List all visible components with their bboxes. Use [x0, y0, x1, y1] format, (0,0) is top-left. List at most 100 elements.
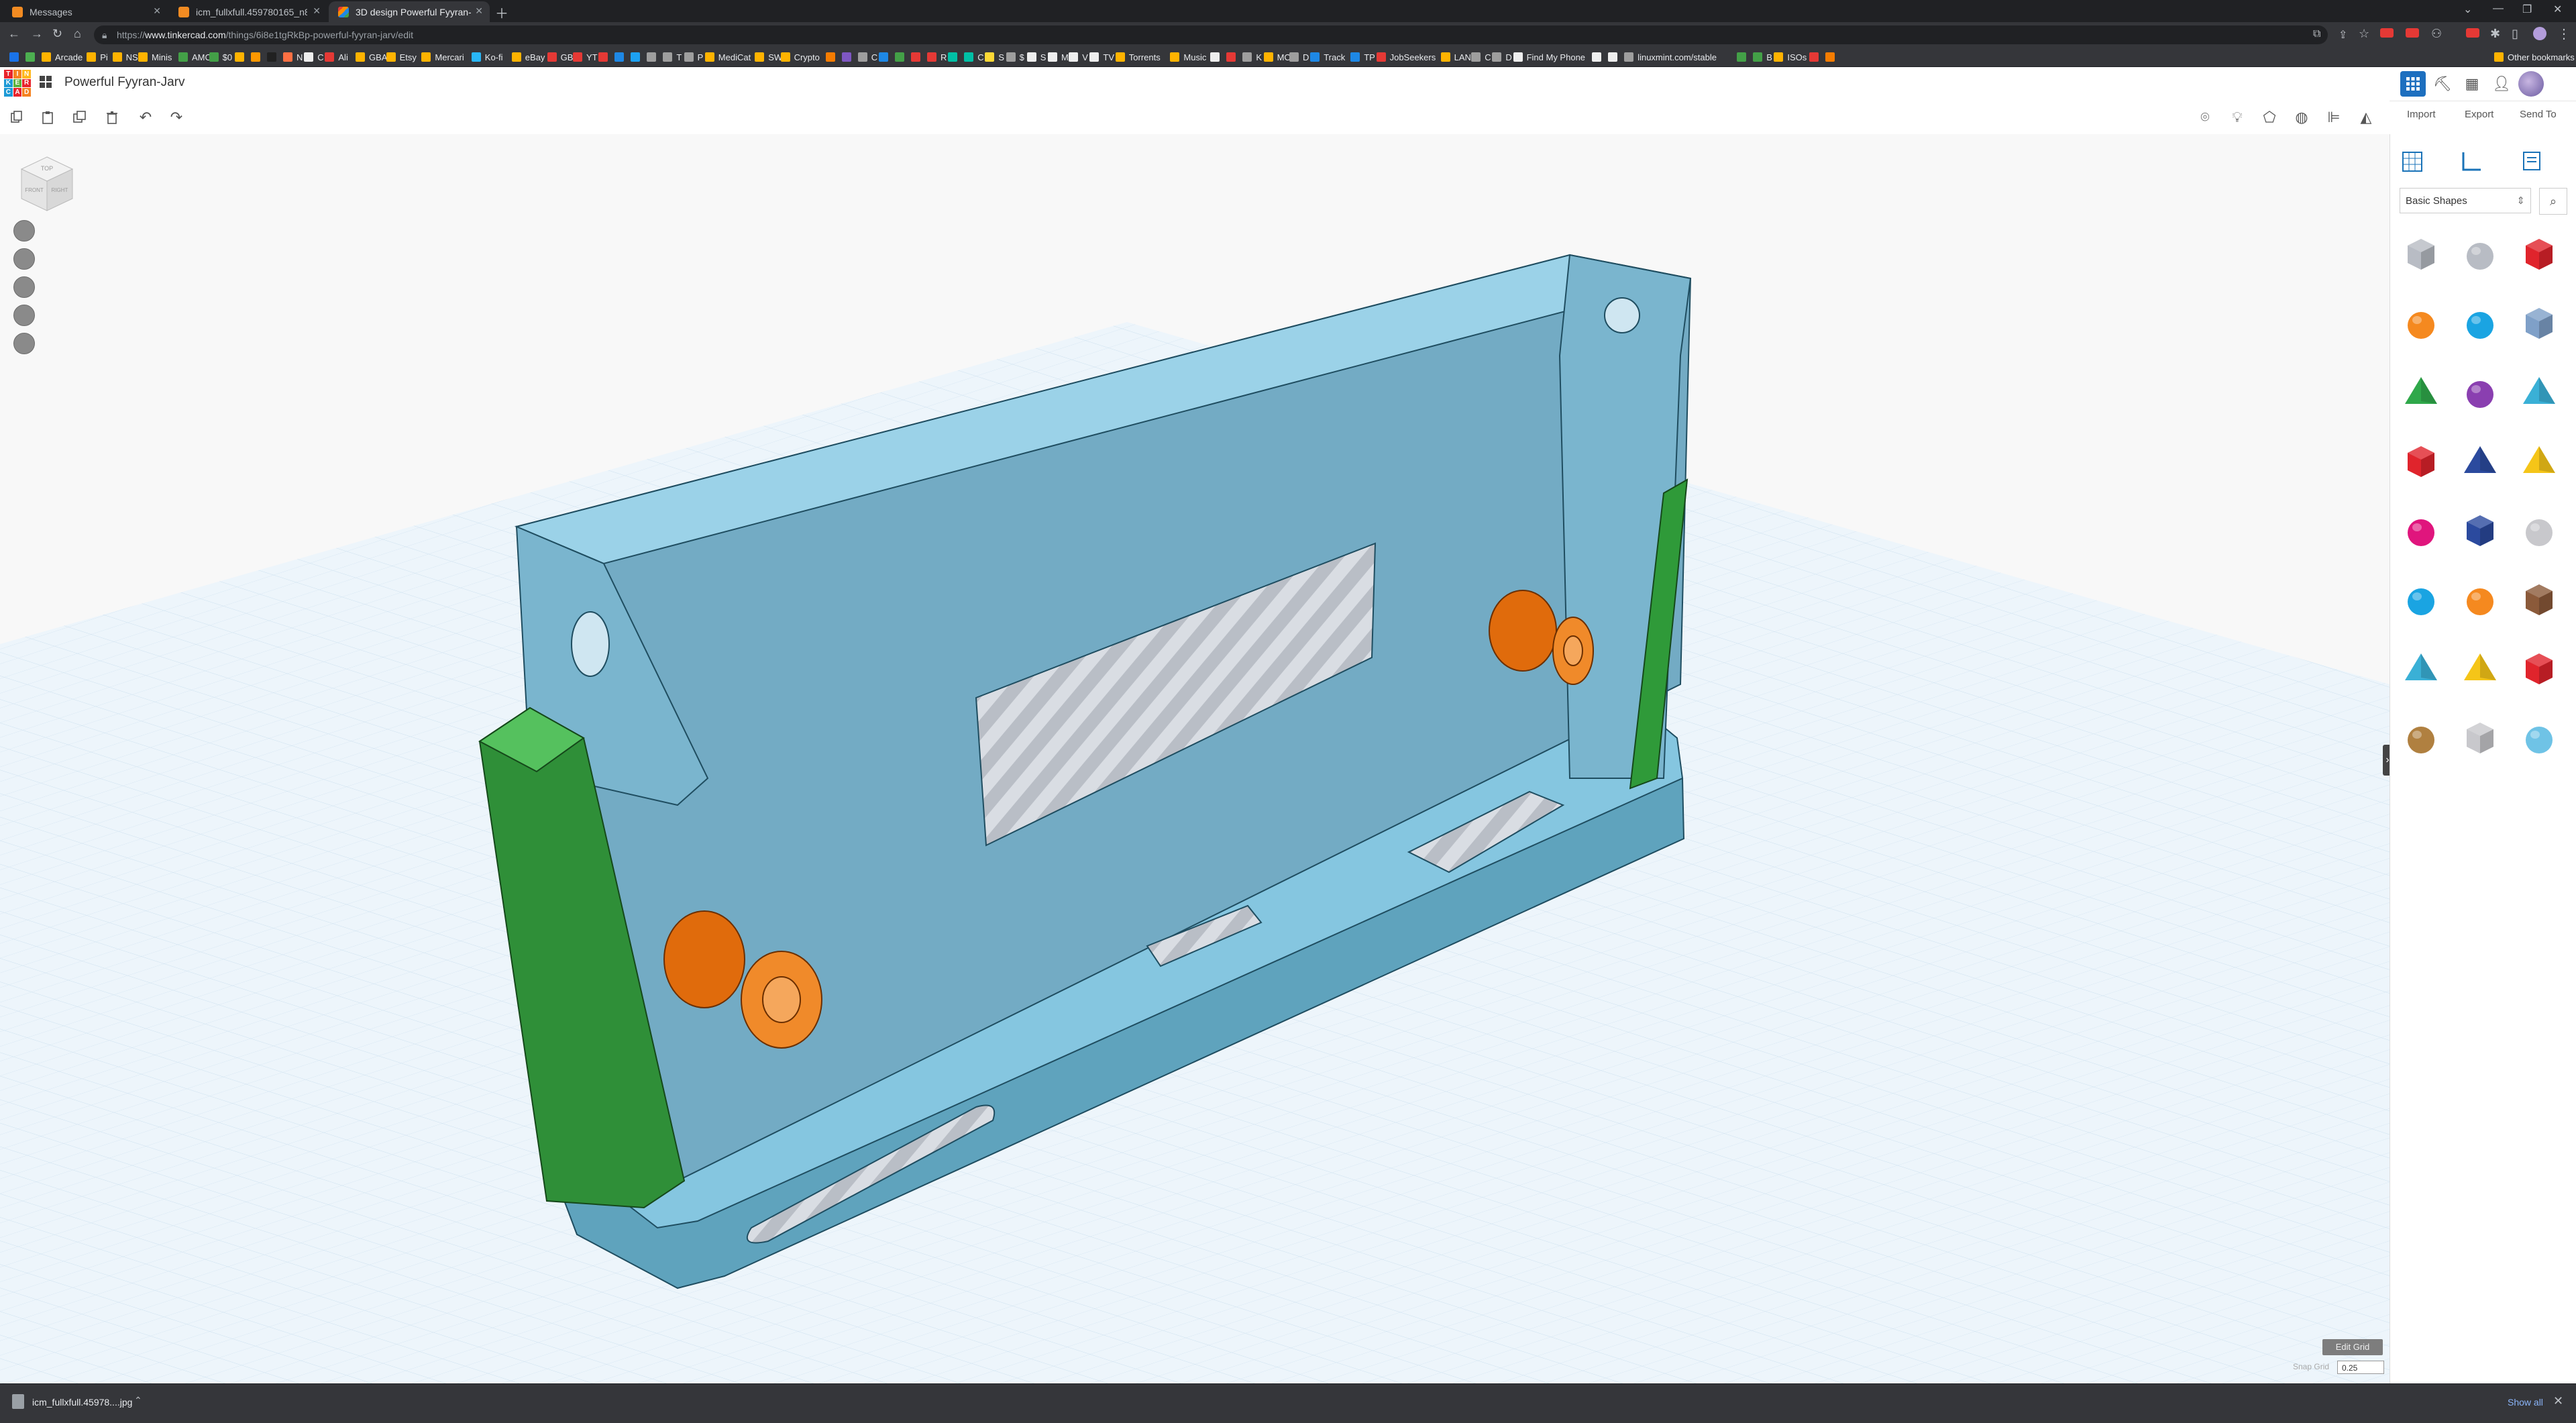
- share-icon[interactable]: ⇪: [2339, 28, 2347, 42]
- bookmark-item[interactable]: Torrents: [1115, 52, 1161, 62]
- bookmark-item[interactable]: [841, 52, 855, 62]
- window-close-icon[interactable]: ✕: [2553, 3, 2562, 16]
- bookmark-item[interactable]: linuxmint.com/stable: [1624, 52, 1717, 62]
- copy-icon[interactable]: [5, 106, 28, 129]
- bookmark-item[interactable]: R: [927, 52, 947, 62]
- tinkercad-logo[interactable]: T I N K E R C A D: [4, 70, 31, 97]
- star-bookmark-icon[interactable]: ☆: [2359, 27, 2369, 41]
- bookmark-item[interactable]: JobSeekers: [1376, 52, 1436, 62]
- close-download-bar-icon[interactable]: ✕: [2553, 1394, 2563, 1408]
- cone-shape[interactable]: [2457, 369, 2503, 415]
- bookmark-item[interactable]: [9, 52, 23, 62]
- bookmark-item[interactable]: T: [663, 52, 682, 62]
- bookmark-item[interactable]: N: [283, 52, 303, 62]
- bookmark-item[interactable]: D: [1492, 52, 1512, 62]
- bookmark-item[interactable]: Find My Phone: [1513, 52, 1585, 62]
- bookmark-item[interactable]: TP: [1350, 52, 1375, 62]
- bookmark-item[interactable]: S: [1026, 52, 1046, 62]
- bulb-icon[interactable]: 💡︎: [2226, 106, 2249, 129]
- bookmark-item[interactable]: [895, 52, 908, 62]
- close-tab-icon[interactable]: ✕: [475, 5, 483, 17]
- bookmark-item[interactable]: Arcade: [42, 52, 83, 62]
- pyramid-shape[interactable]: [2516, 438, 2562, 484]
- paraboloid-shape[interactable]: [2516, 507, 2562, 553]
- extension-icon[interactable]: [2466, 28, 2479, 38]
- show-all-downloads-link[interactable]: Show all: [2508, 1397, 2543, 1408]
- browser-tab-active[interactable]: 3D design Powerful Fyyran-Jarv | ✕: [329, 1, 490, 22]
- tab-search-icon[interactable]: ⌄: [2463, 3, 2472, 16]
- extension-icon[interactable]: [2406, 28, 2419, 38]
- cylinder-hole-shape[interactable]: [2457, 231, 2503, 276]
- edit-grid-button[interactable]: Edit Grid: [2322, 1339, 2383, 1355]
- bookmark-item[interactable]: LAN: [1440, 52, 1471, 62]
- bookmark-item[interactable]: [1809, 52, 1823, 62]
- bookmark-item[interactable]: YT: [573, 52, 598, 62]
- browser-tab[interactable]: icm_fullxfull.459780165_n8nt15c ✕: [169, 1, 327, 22]
- bookmark-item[interactable]: [631, 52, 644, 62]
- text-shape[interactable]: [2398, 438, 2444, 484]
- download-file-name[interactable]: icm_fullxfull.45978....jpg: [32, 1397, 132, 1408]
- bookmark-item[interactable]: [1226, 52, 1240, 62]
- bookmark-item[interactable]: Ko-fi: [471, 52, 503, 62]
- bookmark-item[interactable]: [647, 52, 660, 62]
- zoom-in-icon[interactable]: [13, 276, 35, 298]
- bookmark-item[interactable]: Crypto: [780, 52, 820, 62]
- bookmark-item[interactable]: B: [1753, 52, 1772, 62]
- bookmark-item[interactable]: Ali: [325, 52, 348, 62]
- profile-avatar[interactable]: [2533, 27, 2546, 40]
- blocks-pickaxe-icon[interactable]: ⛏: [2430, 71, 2455, 97]
- bookmark-item[interactable]: GB: [547, 52, 573, 62]
- tube-shape[interactable]: [2457, 576, 2503, 622]
- polygon-shape[interactable]: [2457, 507, 2503, 553]
- home-browser-icon[interactable]: ⌂: [74, 27, 81, 41]
- bookmark-item[interactable]: [614, 52, 628, 62]
- bookmark-item[interactable]: [948, 52, 961, 62]
- extension-icon[interactable]: [2380, 28, 2394, 38]
- bookmark-item[interactable]: S: [985, 52, 1004, 62]
- bookmark-item[interactable]: [825, 52, 839, 62]
- half-sphere-shape[interactable]: [2398, 507, 2444, 553]
- bookmark-item[interactable]: C: [857, 52, 877, 62]
- fit-view-icon[interactable]: [13, 248, 35, 270]
- torus-shape[interactable]: [2398, 576, 2444, 622]
- sidebar-icon[interactable]: ▯: [2512, 27, 2518, 41]
- design-title[interactable]: Powerful Fyyran-Jarv: [64, 75, 185, 90]
- round-roof-shape[interactable]: [2516, 369, 2562, 415]
- hexagon-shape-shape[interactable]: [2457, 715, 2503, 760]
- extension-icon[interactable]: ⚇: [2431, 27, 2442, 41]
- reload-icon[interactable]: ↻: [52, 27, 62, 41]
- delete-icon[interactable]: [101, 106, 123, 129]
- perspective-icon[interactable]: [13, 333, 35, 354]
- cylinder-shape[interactable]: [2398, 300, 2444, 346]
- screw-hole-right[interactable]: [1604, 297, 1640, 333]
- bookmark-item[interactable]: [879, 52, 892, 62]
- bookmark-item[interactable]: ISOs: [1774, 52, 1807, 62]
- align-icon[interactable]: ⊫: [2322, 106, 2345, 129]
- bookmark-item[interactable]: Mercari: [421, 52, 464, 62]
- bookmark-item[interactable]: Etsy: [386, 52, 417, 62]
- bookmark-item[interactable]: [251, 52, 264, 62]
- ruler-tool-icon[interactable]: [2455, 145, 2488, 178]
- workplane-tool-icon[interactable]: [2396, 145, 2429, 178]
- other-bookmarks[interactable]: Other bookmarks: [2494, 52, 2575, 62]
- snap-grid-select[interactable]: 0.25: [2337, 1361, 2384, 1374]
- redo-icon[interactable]: ↷: [165, 106, 188, 129]
- bookmark-item[interactable]: eBay: [511, 52, 545, 62]
- bookmark-item[interactable]: D: [1289, 52, 1309, 62]
- screw-hole-left[interactable]: [571, 611, 610, 677]
- group-icon[interactable]: ⬠: [2258, 106, 2281, 129]
- 3d-view-grid-icon[interactable]: [2400, 71, 2426, 97]
- bookmark-item[interactable]: C: [304, 52, 324, 62]
- bookmark-item[interactable]: Music: [1170, 52, 1206, 62]
- bookmark-item[interactable]: AMC: [178, 52, 211, 62]
- bookmark-item[interactable]: [1608, 52, 1621, 62]
- bookmark-item[interactable]: M: [1048, 52, 1069, 62]
- wedge-shape[interactable]: [2457, 438, 2503, 484]
- icosahedron-shape[interactable]: [2516, 645, 2562, 691]
- zoom-out-icon[interactable]: [13, 305, 35, 326]
- design-grid-icon[interactable]: [38, 74, 58, 94]
- add-user-icon[interactable]: 👤︎: [2489, 71, 2514, 97]
- paste-icon[interactable]: [36, 106, 59, 129]
- import-button[interactable]: Import: [2407, 109, 2436, 120]
- roof-shape[interactable]: [2398, 369, 2444, 415]
